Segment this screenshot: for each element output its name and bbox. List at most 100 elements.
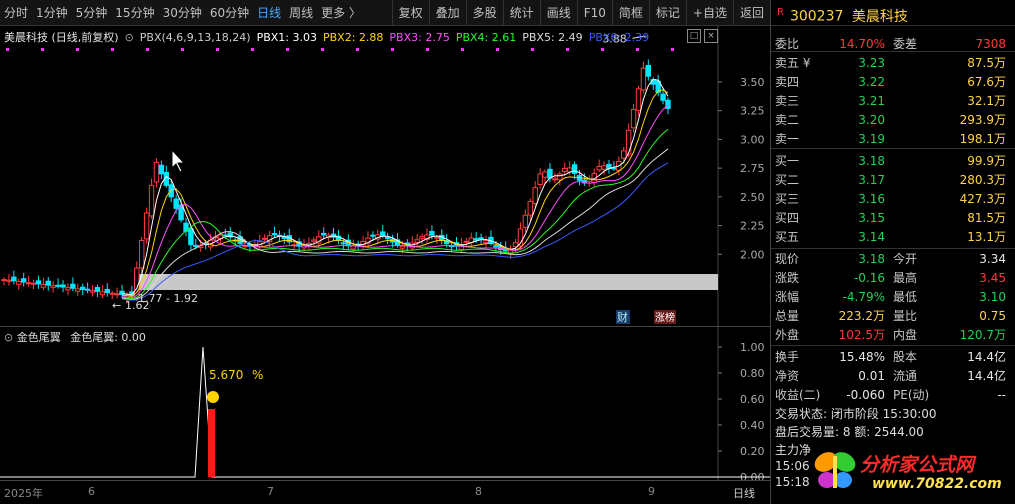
pbx2-value: PBX2: 2.88: [323, 30, 384, 44]
period-tab-4[interactable]: 30分钟: [159, 0, 206, 25]
sub-indicator-name[interactable]: 金色尾翼: [17, 331, 61, 344]
candle-up: [148, 184, 155, 217]
candle-up: [625, 129, 632, 155]
price-tick-label: 3.50: [740, 76, 765, 89]
toolbar-action-9[interactable]: 返回: [732, 0, 770, 25]
support-band: [134, 274, 718, 290]
low-annotation: ←: [112, 299, 121, 312]
stock-code: 300237: [789, 8, 844, 25]
candle-down: [94, 287, 101, 292]
sub-legend: ⊙ 金色尾翼 金色尾翼: 0.00: [4, 329, 146, 345]
candle-up: [542, 171, 548, 178]
smiley-icon: [207, 391, 219, 403]
candle-down: [571, 164, 578, 174]
ask-row-0-value: 87.5万: [967, 56, 1006, 70]
candle-up: [552, 178, 558, 181]
price-tick-label: 2.00: [740, 248, 765, 261]
candle-down: [60, 284, 66, 288]
candle-down: [84, 288, 91, 291]
stat-row-3-label2: 量比: [893, 309, 918, 323]
toolbar-action-7[interactable]: 标记: [648, 0, 686, 25]
bid-row-2: 买三 3.16 427.3万: [771, 190, 1015, 208]
candle-down: [321, 232, 327, 236]
maximize-icon[interactable]: □: [687, 29, 701, 43]
bid-row-1-price: 3.17: [858, 173, 885, 187]
candle-up: [261, 237, 268, 240]
period-tab-5[interactable]: 60分钟: [206, 0, 253, 25]
stat2-row-0: 换手 15.48% 股本 14.4亿: [771, 348, 1015, 366]
stat-row-2-label: 涨幅: [775, 290, 800, 304]
kline-chart[interactable]: 3.503.253.002.752.502.252.003.88← 1.621.…: [0, 26, 770, 326]
ask-row-3: 卖二 3.20 293.9万: [771, 111, 1015, 129]
kline-panel[interactable]: 3.50 3.25 3.00 2.75 2.50 2.25 2.00 3.88 ← 1.62 1.…: [0, 26, 770, 326]
toolbar-action-0[interactable]: 复权: [391, 0, 429, 25]
marker-dot: [461, 48, 464, 51]
sub-tick-label: 0.20: [740, 445, 765, 458]
marker-dot: [286, 48, 289, 51]
candle-up: [99, 291, 106, 296]
toolbar-action-3[interactable]: 统计: [502, 0, 540, 25]
candle-down: [55, 284, 61, 287]
bid-row-2-price: 3.16: [858, 192, 885, 206]
candle-down: [473, 238, 479, 241]
stat-row-4-label: 外盘: [775, 328, 800, 342]
bid-row-3-price: 3.15: [858, 211, 885, 225]
toolbar-action-6[interactable]: 简框: [611, 0, 649, 25]
stat2-row-2-label: 收益(二): [775, 388, 821, 402]
candle-down: [158, 164, 165, 175]
toolbar-action-2[interactable]: 多股: [465, 0, 503, 25]
period-tab-0[interactable]: 分时: [0, 0, 32, 25]
after-hours: 盘后交易量: 8 额: 2544.00: [775, 425, 924, 439]
sub-tick-label: 0.80: [740, 367, 765, 380]
candle-down: [168, 184, 174, 198]
period-tab-6[interactable]: 日线: [253, 0, 285, 25]
bid-row-3-value: 81.5万: [967, 211, 1006, 225]
period-tab-2[interactable]: 5分钟: [72, 0, 112, 25]
period-tab-1[interactable]: 1分钟: [32, 0, 72, 25]
stat2-row-2-value: --: [997, 388, 1006, 402]
stat-row-3-label: 总量: [775, 309, 800, 323]
indicator-panel[interactable]: 1.00 0.80 0.60 0.40 0.20 0.00 5.670% ⊙ 金色尾翼 金色…: [0, 326, 770, 484]
candle-up: [143, 212, 150, 240]
marker-dot: [601, 48, 604, 51]
marker-dot: [391, 48, 394, 51]
stat2-row-0-label: 换手: [775, 350, 800, 364]
toolbar-action-4[interactable]: 画线: [539, 0, 577, 25]
indicator-chart[interactable]: 1.000.800.600.400.200.005.670%: [0, 327, 770, 484]
ask-row-4-price: 3.19: [858, 132, 885, 146]
ask-row-4: 卖一 3.19 198.1万: [771, 130, 1015, 148]
stat2-row-0-label2: 股本: [893, 350, 918, 364]
marker-dot: [41, 48, 44, 51]
bid-row-4: 买五 3.14 13.1万: [771, 228, 1015, 246]
sub-dropdown-icon[interactable]: ⊙: [4, 331, 13, 344]
stat-row-2-price: -4.79%: [842, 290, 885, 304]
candle-up: [6, 279, 12, 282]
ask-row-1-price: 3.22: [858, 75, 885, 89]
marker-dot: [6, 48, 9, 51]
candle-up: [601, 165, 607, 170]
pbx3-value: PBX3: 2.75: [389, 30, 450, 44]
candle-up: [25, 282, 32, 285]
toolbar-action-1[interactable]: 叠加: [428, 0, 466, 25]
indicator-dropdown-icon[interactable]: ⊙: [125, 31, 134, 44]
candle-up: [153, 161, 160, 183]
ask-row-2-price: 3.21: [858, 94, 885, 108]
toolbar-action-5[interactable]: F10: [576, 0, 612, 25]
stat-row-4: 外盘 102.5万 内盘 120.7万: [771, 326, 1015, 344]
period-tab-3[interactable]: 15分钟: [111, 0, 158, 25]
ask-row-0-price: 3.23: [858, 56, 885, 70]
period-tab-7[interactable]: 周线: [285, 0, 317, 25]
close-icon[interactable]: ×: [704, 29, 718, 43]
ask-row-1-label: 卖四: [775, 75, 800, 89]
period-tabs: 分时 1分钟 5分钟 15分钟 30分钟 60分钟 日线 周线 更多 〉: [0, 0, 365, 25]
stat-row-4-label2: 内盘: [893, 328, 918, 342]
bid-row-4-price: 3.14: [858, 230, 885, 244]
stat2-row-2: 收益(二) -0.060 PE(动) --: [771, 386, 1015, 404]
date-label-year: 2025年: [4, 487, 43, 500]
toolbar-action-8[interactable]: +自选: [685, 0, 733, 25]
main-legend: 美晨科技 (日线,前复权) ⊙ PBX(4,6,9,13,18,24) PBX1…: [4, 29, 655, 45]
stat-row-0-label2: 今开: [893, 252, 918, 266]
period-tab-8[interactable]: 更多 〉: [317, 0, 365, 25]
indicator-name[interactable]: PBX(4,6,9,13,18,24): [140, 31, 251, 44]
pbx4-line: [121, 128, 669, 300]
